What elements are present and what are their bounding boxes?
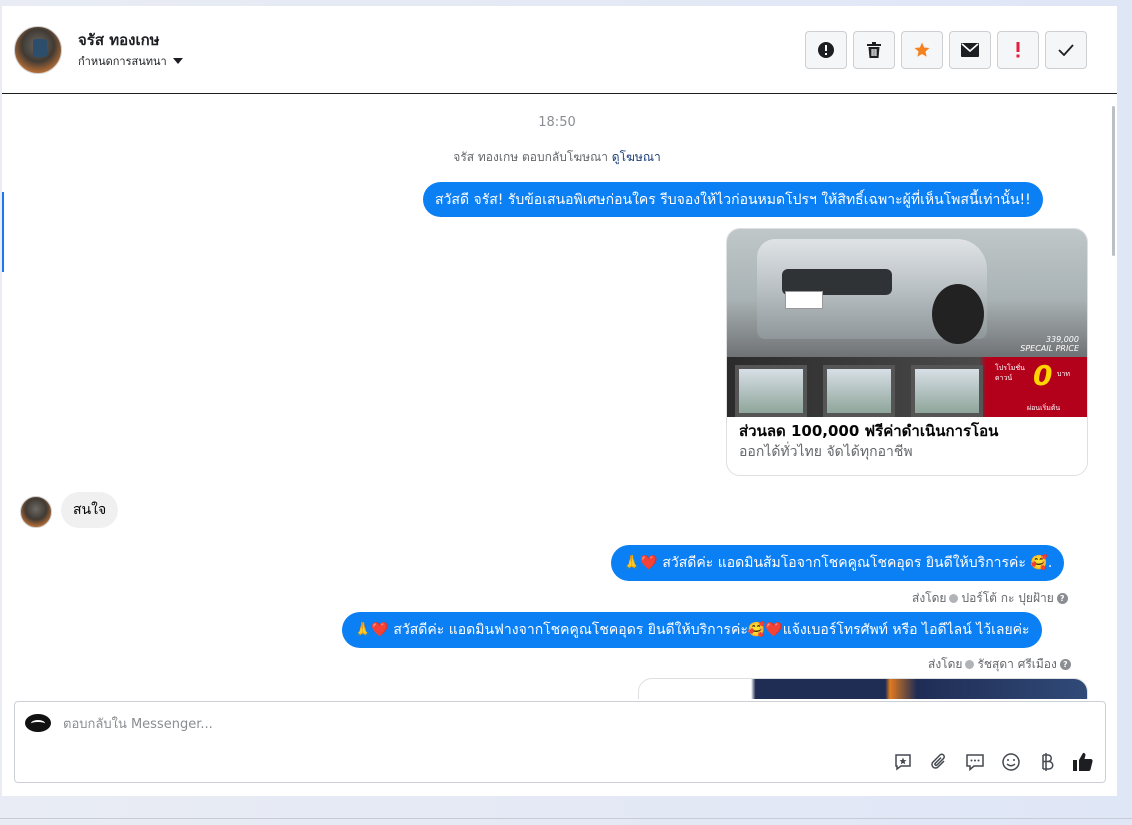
saved-reply-icon (895, 754, 911, 771)
sender-name: ปอร์โต้ กะ ปุยฝ้าย (961, 591, 1054, 605)
ad-reply-note: จรัส ทองเกษ ตอบกลับโฆษณา ดูโฆษณา (2, 148, 1112, 167)
trash-icon (867, 42, 881, 58)
ad-price-tag: 339,000 SPECAIL PRICE (1020, 335, 1079, 353)
verified-icon (949, 594, 959, 603)
conversation-header: จรัส ทองเกษ กำหนดการสนทนา (2, 6, 1117, 94)
message-thread[interactable]: 18:50 จรัส ทองเกษ ตอบกลับโฆษณา ดูโฆษณา ส… (2, 95, 1112, 699)
ad-subtitle: ออกได้ทั่วไทย จัดได้ทุกอาชีพ (739, 444, 913, 460)
exclamation-icon (1016, 42, 1020, 58)
delete-button[interactable] (853, 31, 895, 69)
message-timestamp: 18:50 (538, 115, 576, 130)
report-button[interactable] (805, 31, 847, 69)
window-bottom-border (0, 818, 1132, 819)
outgoing-message[interactable]: 🙏❤️ สวัสดีค่ะ แอดมินฟางจากโชคคูณโชคอุดร … (342, 612, 1042, 648)
check-icon (1058, 44, 1074, 56)
composer-tools (891, 750, 1095, 774)
emoji-icon (1002, 753, 1020, 771)
chat-bubble-icon (966, 754, 984, 772)
like-button[interactable] (1071, 750, 1095, 774)
baht-icon (1042, 753, 1054, 771)
promo-text: โปรโมชั่น ดาวน์ (995, 364, 1025, 382)
window-edge (1117, 0, 1132, 825)
help-icon[interactable]: ? (1059, 659, 1071, 670)
conversation-settings-dropdown[interactable]: กำหนดการสนทนา (78, 52, 183, 70)
chat-button[interactable] (963, 750, 987, 774)
like-icon (1073, 752, 1093, 772)
image-attachment[interactable] (638, 678, 1088, 699)
contact-avatar-small (20, 496, 52, 528)
done-button[interactable] (1045, 31, 1087, 69)
emoji-button[interactable] (999, 750, 1023, 774)
outgoing-message[interactable]: 🙏❤️ สวัสดีค่ะ แอดมินส้มโอจากโชคคูณโชคอุด… (611, 545, 1065, 581)
conversation-panel: จรัส ทองเกษ กำหนดการสนทนา 18:50 จรัส ทอง… (2, 6, 1117, 796)
sent-by-info: ส่งโดย รัชสุดา ศรีเมือง ? (928, 655, 1071, 674)
attach-button[interactable] (927, 750, 951, 774)
mark-unread-button[interactable] (949, 31, 991, 69)
help-icon[interactable]: ? (1056, 593, 1068, 604)
contact-name[interactable]: จรัส ทองเกษ (78, 28, 160, 52)
outgoing-message[interactable]: สวัสดี จรัส! รับข้อเสนอพิเศษก่อนใคร รีบจ… (423, 182, 1043, 217)
verified-icon (965, 660, 975, 669)
sender-name: รัชสุดา ศรีเมือง (977, 657, 1057, 671)
message-composer (14, 701, 1106, 783)
alert-circle-icon (818, 42, 834, 58)
page-logo (25, 714, 51, 732)
contact-avatar[interactable] (14, 26, 62, 74)
incoming-message[interactable]: สนใจ (61, 492, 119, 528)
ad-title: ส่วนลด 100,000 ฟรีค่าดำเนินการโอน (739, 422, 999, 440)
ad-card[interactable]: 339,000 SPECAIL PRICE โปรโมชั่น ดาวน์ 0 … (726, 228, 1088, 476)
ad-reply-text: จรัส ทองเกษ ตอบกลับโฆษณา (453, 150, 608, 164)
conversation-settings-label: กำหนดการสนทนา (78, 55, 167, 68)
saved-reply-button[interactable] (891, 750, 915, 774)
envelope-icon (961, 43, 979, 57)
star-button[interactable] (901, 31, 943, 69)
header-actions (805, 31, 1087, 69)
caret-down-icon (172, 58, 183, 64)
star-icon (914, 42, 930, 57)
spam-button[interactable] (997, 31, 1039, 69)
ad-image: 339,000 SPECAIL PRICE โปรโมชั่น ดาวน์ 0 … (727, 229, 1087, 417)
promo-zero-down: 0 (1033, 359, 1053, 392)
sent-by-info: ส่งโดย ปอร์โต้ กะ ปุยฝ้าย ? (912, 589, 1068, 608)
chat-scrollbar[interactable] (1112, 106, 1115, 256)
attachment-icon (931, 753, 945, 769)
reply-input[interactable] (63, 714, 963, 734)
view-ad-link[interactable]: ดูโฆษณา (612, 150, 661, 164)
payment-button[interactable] (1035, 750, 1059, 774)
